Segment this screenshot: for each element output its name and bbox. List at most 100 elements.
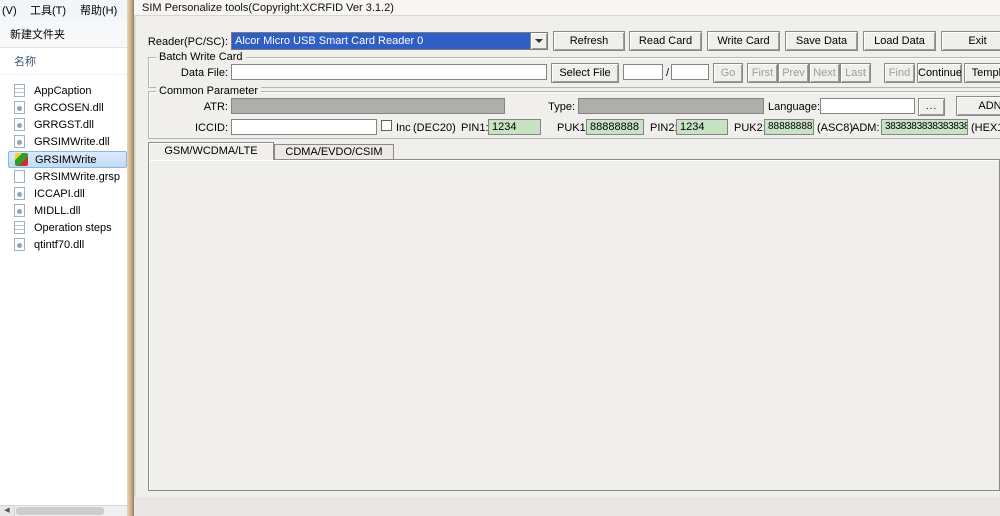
file-item-appcaption[interactable]: AppCaption [8, 83, 127, 100]
puk2-input[interactable]: 88888888 [764, 119, 814, 135]
adm-label: ADM: [852, 122, 880, 134]
atr-label: ATR: [203, 101, 228, 113]
file-name: Operation steps [34, 222, 112, 234]
adm-input[interactable]: 3838383838383838 [881, 119, 968, 135]
file-item-qtintf70[interactable]: qtintf70.dll [8, 237, 127, 254]
tab-cdma-evdo-csim[interactable]: CDMA/EVDO/CSIM [274, 144, 394, 160]
record-total-input[interactable] [671, 64, 709, 80]
file-item-grrgst[interactable]: GRRGST.dll [8, 117, 127, 134]
window-title: SIM Personalize tools(Copyright:XCRFID V… [142, 2, 394, 14]
load-data-button[interactable]: Load Data [863, 31, 936, 51]
file-item-grsimwrite-selected[interactable]: GRSIMWrite [8, 151, 127, 168]
pin1-label: PIN1: [461, 122, 489, 134]
file-name: GRRGST.dll [34, 119, 94, 131]
file-name: MIDLL.dll [34, 205, 81, 217]
type-field [578, 98, 764, 114]
new-folder-button[interactable]: 新建文件夹 [10, 29, 65, 41]
language-label: Language: [768, 101, 820, 113]
puk1-input[interactable]: 88888888 [586, 119, 644, 135]
file-name: ICCAPI.dll [34, 188, 85, 200]
record-index-input[interactable] [623, 64, 663, 80]
adn-button[interactable]: ADN [956, 96, 1000, 116]
hex16-label: (HEX16) [971, 122, 1000, 134]
template-button[interactable]: Template [964, 63, 1000, 83]
type-label: Type: [548, 101, 575, 113]
menu-help[interactable]: 帮助(H) [80, 5, 117, 17]
batch-group-title: Batch Write Card [156, 51, 246, 64]
file-name: GRSIMWrite.dll [34, 136, 110, 148]
find-button[interactable]: Find [884, 63, 915, 83]
dll-file-icon [14, 135, 25, 148]
puk1-label: PUK1: [557, 122, 589, 134]
file-item-grsimwrite-dll[interactable]: GRSIMWrite.dll [8, 134, 127, 151]
data-file-input[interactable] [231, 64, 547, 80]
combo-dropdown-button[interactable] [530, 33, 547, 49]
iccid-inc-checkbox[interactable] [381, 120, 392, 131]
window-edge-divider [127, 0, 134, 516]
reader-select[interactable]: Alcor Micro USB Smart Card Reader 0 [231, 32, 548, 50]
asc8-label: (ASC8) [817, 122, 854, 134]
iccid-input[interactable] [231, 119, 377, 135]
file-item-midll[interactable]: MIDLL.dll [8, 203, 127, 220]
dll-file-icon [14, 204, 25, 217]
file-list: 名称 AppCaption GRCOSEN.dll GRRGST.dll GRS… [0, 48, 127, 505]
iccid-label: ICCID: [195, 122, 228, 134]
last-button[interactable]: Last [840, 63, 871, 83]
file-item-operation-steps[interactable]: Operation steps [8, 220, 127, 237]
menu-tools[interactable]: 工具(T) [30, 5, 66, 17]
pin1-input[interactable]: 1234 [488, 119, 541, 135]
reader-label: Reader(PC/SC): [147, 36, 228, 48]
explorer-toolbar: 新建文件夹 [0, 22, 127, 48]
continue-button[interactable]: Continue [917, 63, 962, 83]
slash-separator: / [666, 67, 670, 79]
exit-button[interactable]: Exit [941, 31, 1000, 51]
dec20-label: (DEC20) [413, 122, 456, 134]
refresh-button[interactable]: Refresh [553, 31, 625, 51]
reader-selected-value: Alcor Micro USB Smart Card Reader 0 [235, 35, 424, 47]
pin2-input[interactable]: 1234 [676, 119, 728, 135]
language-browse-button[interactable]: ... [918, 98, 945, 116]
tab-gsm-wcdma-lte[interactable]: GSM/WCDMA/LTE [148, 142, 274, 160]
file-name: GRSIMWrite [35, 154, 97, 166]
file-item-iccapi[interactable]: ICCAPI.dll [8, 186, 127, 203]
name-column-header[interactable]: 名称 [14, 56, 36, 68]
select-file-button[interactable]: Select File [551, 63, 619, 83]
explorer-menubar: (V) 工具(T) 帮助(H) [0, 0, 127, 22]
document-icon [14, 221, 25, 234]
horizontal-scrollbar[interactable]: ◀ [0, 505, 127, 516]
read-card-button[interactable]: Read Card [629, 31, 702, 51]
document-icon [14, 84, 25, 97]
first-button[interactable]: First [747, 63, 778, 83]
dll-file-icon [14, 238, 25, 251]
common-group-title: Common Parameter [156, 85, 262, 98]
tab-panel [148, 159, 1000, 491]
chevron-down-icon [535, 39, 543, 43]
save-data-button[interactable]: Save Data [785, 31, 858, 51]
dll-file-icon [14, 118, 25, 131]
data-file-label: Data File: [180, 67, 228, 79]
menu-view[interactable]: (V) [2, 5, 17, 17]
puk2-label: PUK2: [734, 122, 766, 134]
file-item-grsp[interactable]: GRSIMWrite.grsp [8, 169, 127, 186]
language-input[interactable] [820, 98, 915, 114]
column-separator [0, 74, 127, 75]
next-button[interactable]: Next [809, 63, 840, 83]
window-titlebar[interactable]: SIM Personalize tools(Copyright:XCRFID V… [134, 0, 1000, 15]
desktop-area [134, 497, 1000, 516]
file-item-grcosen[interactable]: GRCOSEN.dll [8, 100, 127, 117]
file-name: GRSIMWrite.grsp [34, 171, 120, 183]
prev-button[interactable]: Prev [778, 63, 809, 83]
write-card-button[interactable]: Write Card [707, 31, 780, 51]
application-icon [15, 153, 28, 166]
screen: (V) 工具(T) 帮助(H) 新建文件夹 名称 AppCaption GRCO… [0, 0, 1000, 516]
scroll-left-arrow-icon[interactable]: ◀ [0, 506, 15, 516]
dll-file-icon [14, 187, 25, 200]
pin2-label: PIN2: [650, 122, 678, 134]
file-name: AppCaption [34, 85, 92, 97]
dll-file-icon [14, 101, 25, 114]
go-button[interactable]: Go [713, 63, 743, 83]
file-icon [14, 170, 25, 183]
file-name: qtintf70.dll [34, 239, 85, 251]
file-name: GRCOSEN.dll [34, 102, 104, 114]
scrollbar-thumb[interactable] [16, 507, 104, 515]
